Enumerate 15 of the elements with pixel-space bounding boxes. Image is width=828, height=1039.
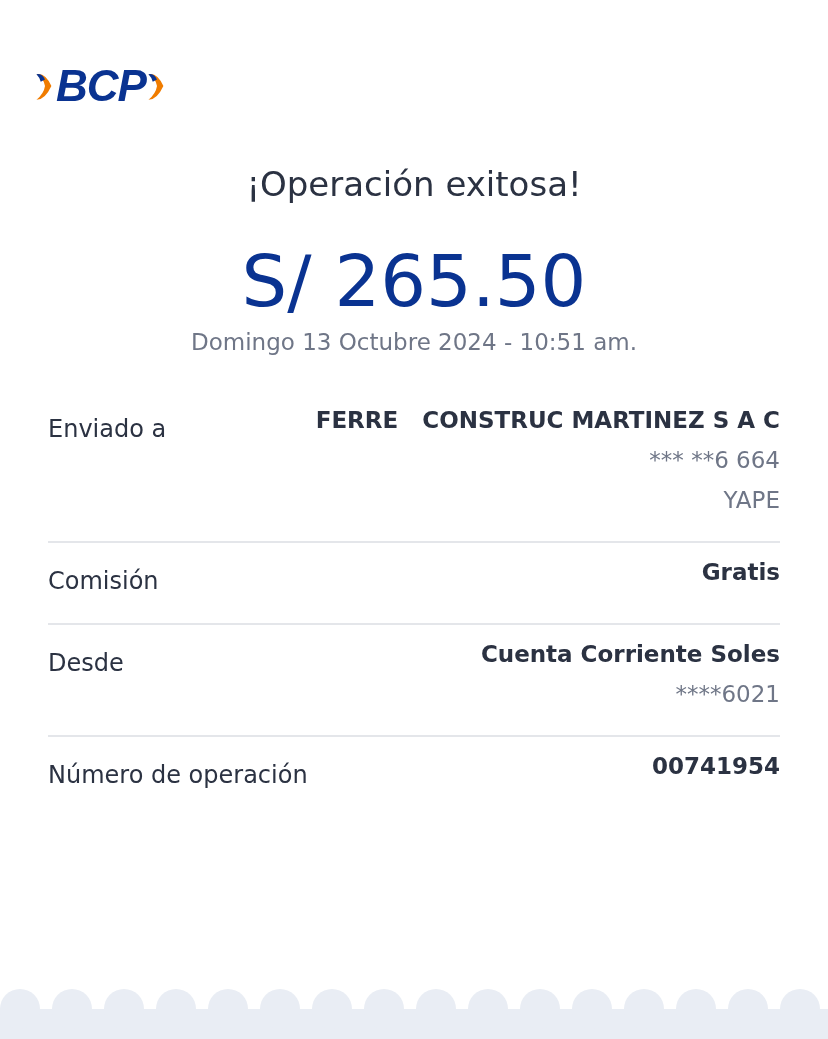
row-label: Número de operación [48, 760, 308, 790]
amount: S/ 265.50 [240, 242, 588, 322]
row-value: Cuenta Corriente Soles [480, 641, 780, 668]
row-value: 00741954 [651, 753, 780, 780]
title: ¡Operación exitosa! [245, 164, 583, 204]
row-value: FERRE CONSTRUC MARTINEZ S A C [315, 407, 780, 434]
row-label: Comisión [48, 566, 159, 596]
date: Domingo 13 Octubre 2024 - 10:51 am. [190, 329, 638, 356]
row-value: Gratis [701, 559, 780, 586]
row-label: Desde [48, 648, 124, 680]
row-detail: YAPE [723, 487, 780, 514]
row-detail: ****6021 [675, 681, 780, 708]
row-detail: *** **6 664 [649, 447, 780, 474]
row-label: Enviado a [48, 414, 167, 446]
logo-text: BCP [56, 64, 146, 108]
